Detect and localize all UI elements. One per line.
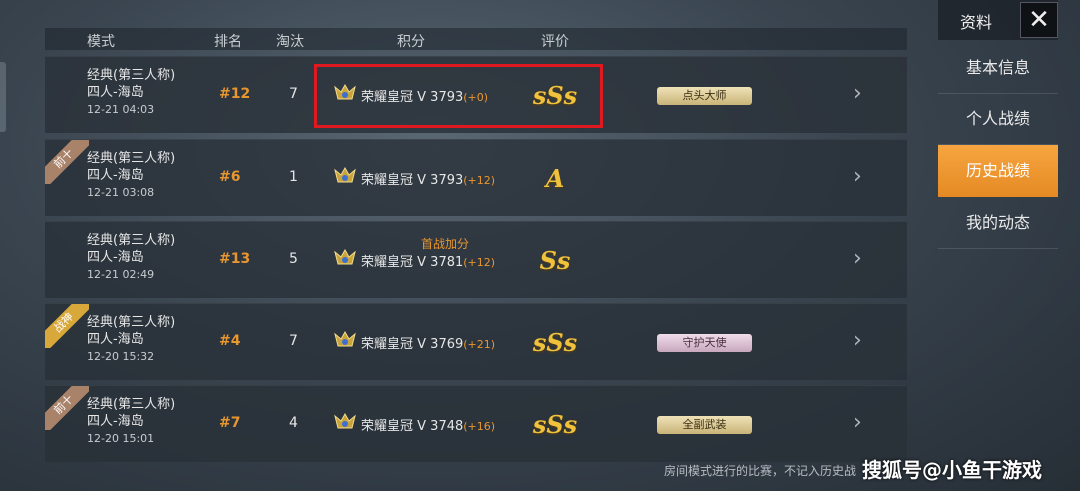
chevron-right-icon[interactable]: › — [853, 410, 862, 435]
tier-name: 荣耀皇冠 V — [361, 337, 427, 352]
rank-value: #7 — [219, 415, 241, 431]
sidebar-item-personal-stats[interactable]: 个人战绩 — [938, 93, 1058, 145]
elim-value: 7 — [289, 333, 298, 349]
map-label: 四人-海岛 — [87, 414, 144, 429]
map-label: 四人-海岛 — [87, 85, 144, 100]
header-elim: 淘汰 — [276, 34, 304, 50]
score-cell: 荣耀皇冠 V 3748(+16) — [361, 415, 495, 434]
crown-tier-icon — [334, 330, 356, 347]
score-delta: (+12) — [463, 256, 496, 269]
score-value: 3781 — [430, 255, 464, 270]
mode-label: 经典(第三人称) — [87, 68, 176, 83]
first-match-bonus: 首战加分 — [421, 237, 470, 251]
header-mode: 模式 — [87, 34, 115, 50]
score-delta: (+16) — [463, 420, 496, 433]
mode-cell: 经典(第三人称) 四人-海岛 12-20 15:32 — [87, 314, 175, 365]
match-time: 12-21 03:08 — [87, 186, 155, 199]
tier-name: 荣耀皇冠 V — [361, 255, 427, 270]
highlight-box — [314, 64, 603, 128]
title-badge: 守护天使 — [657, 334, 752, 352]
crown-tier-icon — [334, 166, 356, 183]
ribbon-badge: 前十 — [45, 140, 89, 184]
grade-value: Ss — [539, 246, 571, 275]
sidebar: 资料 ✕ 基本信息 个人战绩 历史战绩 我的动态 — [938, 0, 1058, 491]
title-badge: 点头大师 — [657, 87, 752, 105]
map-label: 四人-海岛 — [87, 332, 144, 347]
elim-value: 4 — [289, 415, 298, 431]
chevron-right-icon[interactable]: › — [853, 81, 862, 106]
elim-value: 7 — [289, 86, 298, 102]
match-time: 12-21 02:49 — [87, 268, 155, 281]
tier-name: 荣耀皇冠 V — [361, 173, 427, 188]
chevron-right-icon[interactable]: › — [853, 164, 862, 189]
match-time: 12-21 04:03 — [87, 103, 155, 116]
watermark: 搜狐号@小鱼干游戏 — [862, 458, 1042, 482]
left-edge-handle — [0, 62, 6, 132]
mode-cell: 经典(第三人称) 四人-海岛 12-20 15:01 — [87, 396, 175, 447]
ribbon-badge: 战神 — [45, 304, 89, 348]
score-value: 3748 — [430, 419, 464, 434]
mode-label: 经典(第三人称) — [87, 233, 176, 248]
map-label: 四人-海岛 — [87, 250, 144, 265]
match-time: 12-20 15:32 — [87, 350, 155, 363]
header-grade: 评价 — [541, 34, 569, 50]
sidebar-item-my-activity[interactable]: 我的动态 — [938, 197, 1058, 249]
score-value: 3769 — [430, 337, 464, 352]
mode-cell: 经典(第三人称) 四人-海岛 12-21 04:03 — [87, 67, 175, 118]
chevron-right-icon[interactable]: › — [853, 328, 862, 353]
mode-label: 经典(第三人称) — [87, 397, 176, 412]
sidebar-header: 资料 ✕ — [938, 0, 1058, 40]
table-row[interactable]: 战神 经典(第三人称) 四人-海岛 12-20 15:32 #4 7 荣耀皇冠 V 3769… — [45, 303, 907, 380]
score-delta: (+21) — [463, 338, 496, 351]
rank-value: #4 — [219, 333, 241, 349]
sidebar-title: 资料 — [960, 13, 993, 32]
ribbon-label: 前十 — [45, 140, 89, 184]
sidebar-item-match-history[interactable]: 历史战绩 — [938, 145, 1058, 197]
footer-note: 房间模式进行的比赛，不记入历史战 — [664, 464, 857, 478]
match-time: 12-20 15:01 — [87, 432, 155, 445]
grade-value: sSs — [532, 328, 578, 357]
mode-label: 经典(第三人称) — [87, 151, 176, 166]
table-row[interactable]: 经典(第三人称) 四人-海岛 12-21 02:49 #13 5 荣耀皇冠 V 3781(… — [45, 221, 907, 298]
mode-cell: 经典(第三人称) 四人-海岛 12-21 02:49 — [87, 232, 175, 283]
title-badge: 全副武装 — [657, 416, 752, 434]
rank-value: #12 — [219, 86, 251, 102]
mode-label: 经典(第三人称) — [87, 315, 176, 330]
mode-cell: 经典(第三人称) 四人-海岛 12-21 03:08 — [87, 150, 175, 201]
score-cell: 荣耀皇冠 V 3781(+12) — [361, 251, 495, 270]
ribbon-label: 前十 — [45, 386, 89, 430]
ribbon-badge: 前十 — [45, 386, 89, 430]
elim-value: 5 — [289, 251, 298, 267]
crown-tier-icon — [334, 248, 356, 265]
score-value: 3793 — [430, 173, 464, 188]
score-delta: (+12) — [463, 174, 496, 187]
grade-value: A — [545, 164, 565, 193]
close-icon[interactable]: ✕ — [1020, 2, 1058, 38]
table-row[interactable]: 前十 经典(第三人称) 四人-海岛 12-21 03:08 #6 1 荣耀皇冠 V 3793… — [45, 139, 907, 216]
rank-value: #6 — [219, 169, 241, 185]
table-row[interactable]: 前十 经典(第三人称) 四人-海岛 12-20 15:01 #7 4 荣耀皇冠 V 3748… — [45, 385, 907, 462]
ribbon-label: 战神 — [45, 304, 89, 348]
score-cell: 荣耀皇冠 V 3769(+21) — [361, 333, 495, 352]
header-score: 积分 — [397, 34, 425, 50]
sidebar-item-basic-info[interactable]: 基本信息 — [938, 42, 1058, 94]
score-cell: 荣耀皇冠 V 3793(+12) — [361, 169, 495, 188]
grade-value: sSs — [532, 410, 578, 439]
chevron-right-icon[interactable]: › — [853, 246, 862, 271]
elim-value: 1 — [289, 169, 298, 185]
crown-tier-icon — [334, 412, 356, 429]
rank-value: #13 — [219, 251, 251, 267]
table-header: 模式 排名 淘汰 积分 评价 — [45, 28, 907, 50]
map-label: 四人-海岛 — [87, 168, 144, 183]
tier-name: 荣耀皇冠 V — [361, 419, 427, 434]
header-rank: 排名 — [214, 34, 242, 50]
